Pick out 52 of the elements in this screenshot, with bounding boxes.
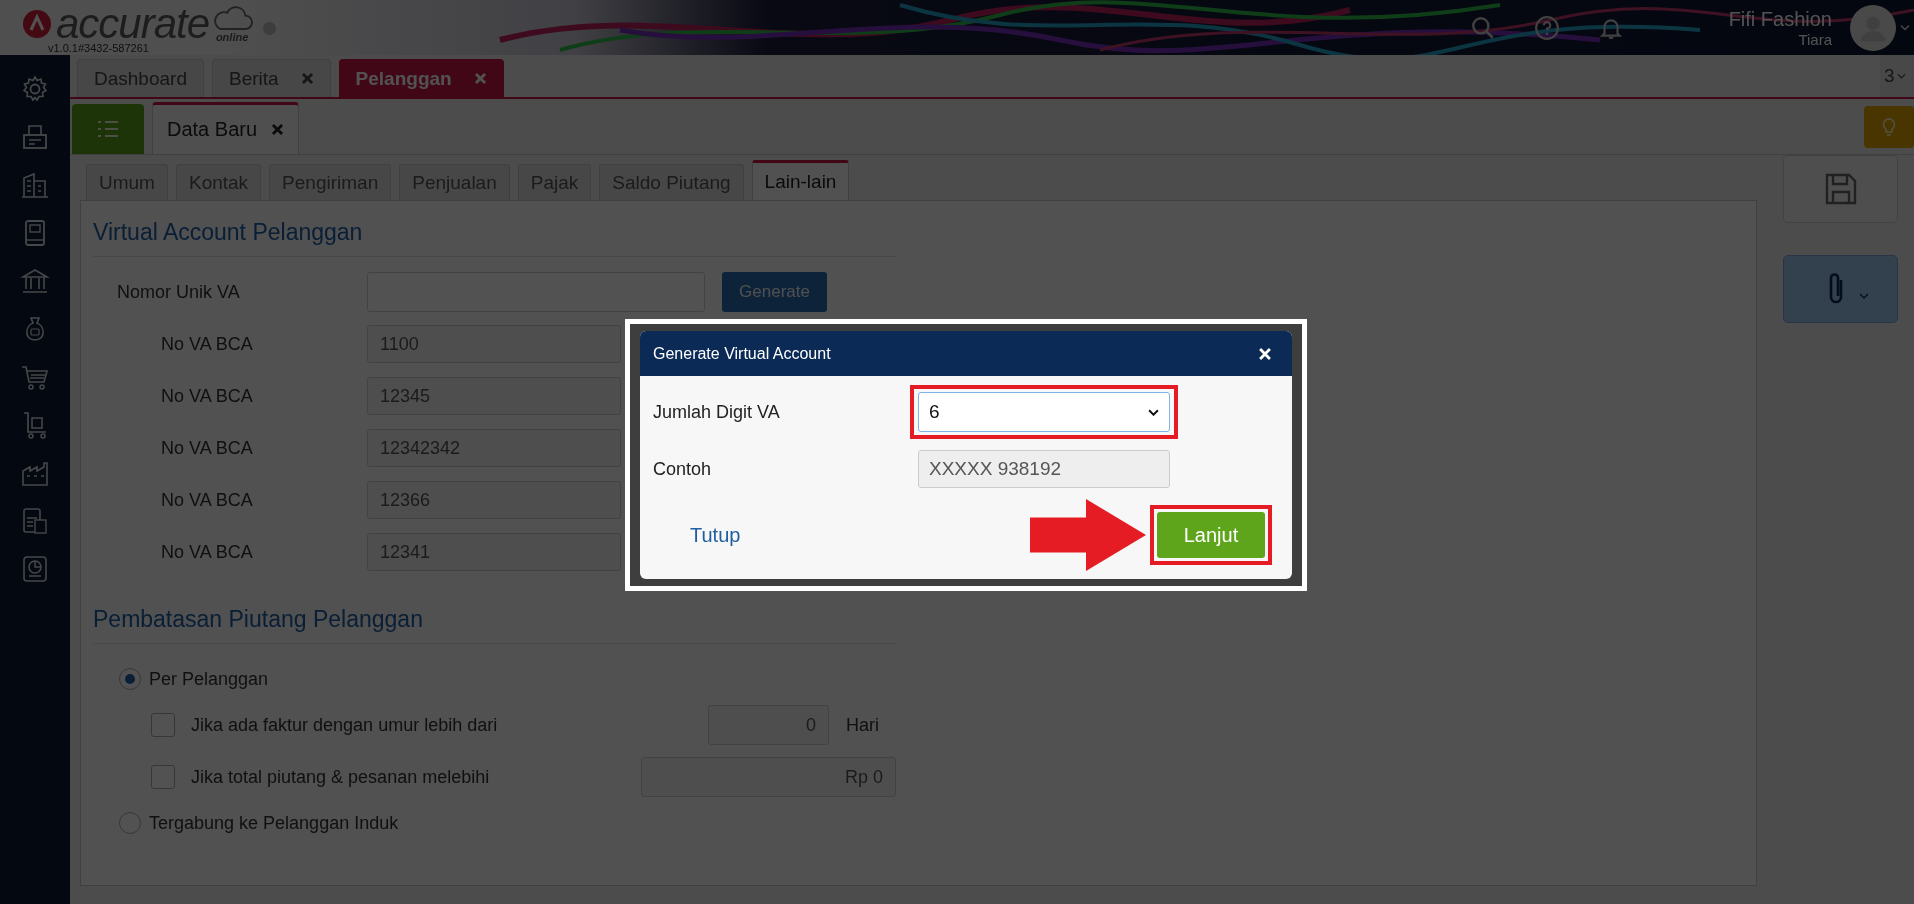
select-field[interactable]: 6 xyxy=(918,392,1170,432)
report-chart-icon[interactable] xyxy=(20,554,50,584)
help-icon[interactable] xyxy=(1533,14,1560,41)
checkbox[interactable] xyxy=(151,765,175,789)
module-tab[interactable]: Pelanggan xyxy=(338,59,504,97)
radio-button[interactable] xyxy=(119,668,141,690)
unit-label: Hari xyxy=(846,714,880,736)
bank-icon[interactable] xyxy=(20,266,50,296)
page-tab[interactable]: Data Baru xyxy=(152,102,300,154)
option-label: Jika total piutang & pesanan melebihi xyxy=(191,766,490,788)
logo-icon xyxy=(22,9,52,39)
tips-button[interactable] xyxy=(1864,106,1914,148)
fax-machine-icon[interactable] xyxy=(20,122,50,152)
option-label: Jika ada faktur dengan umur lebih dari xyxy=(191,714,498,736)
radio-button[interactable] xyxy=(119,812,141,834)
form-tab[interactable]: Lain-lain xyxy=(751,160,850,200)
search-icon[interactable] xyxy=(1469,14,1496,41)
settings-icon[interactable] xyxy=(20,74,50,104)
save-button[interactable] xyxy=(1783,155,1898,223)
tax-document-icon[interactable] xyxy=(20,506,50,536)
field-label: Contoh xyxy=(653,458,713,480)
chevron-down-icon xyxy=(1896,73,1906,79)
version-text: v1.0.1#3432-587261 xyxy=(48,42,150,54)
company-name: Fifi Fashion xyxy=(1728,7,1832,31)
option-label: Tergabung ke Pelanggan Induk xyxy=(149,812,399,834)
list-button[interactable] xyxy=(72,104,144,154)
section-title: Pembatasan Piutang Pelanggan xyxy=(93,606,896,644)
checkbox[interactable] xyxy=(151,713,175,737)
avatar-icon[interactable] xyxy=(1850,4,1896,51)
field-label: No VA BCA xyxy=(160,437,254,459)
chevron-down-icon xyxy=(1148,408,1159,416)
field-label: No VA BCA xyxy=(160,489,254,511)
field-label: Jumlah Digit VA xyxy=(653,401,781,423)
chevron-down-icon[interactable] xyxy=(1900,24,1910,31)
user-name: Tiara xyxy=(1798,30,1832,48)
field-label: No VA BCA xyxy=(160,541,254,563)
option-label: Per Pelanggan xyxy=(149,668,269,690)
close-link[interactable]: Tutup xyxy=(690,523,741,547)
cloud-icon xyxy=(211,6,254,31)
field-label: No VA BCA xyxy=(160,385,254,407)
buildings-icon[interactable] xyxy=(20,170,50,200)
field-label: No VA BCA xyxy=(160,333,254,355)
dialog-title: Generate Virtual Account xyxy=(653,344,831,363)
list-icon xyxy=(96,119,120,139)
generate-button[interactable]: Generate xyxy=(722,272,827,312)
attach-button[interactable] xyxy=(1783,255,1898,323)
lightbulb-icon xyxy=(1881,117,1897,137)
input-field[interactable]: XXXXX 938192 xyxy=(918,450,1170,488)
chevron-down-icon xyxy=(1858,293,1869,299)
field-label: Nomor Unik VA xyxy=(116,281,241,303)
section-title: Virtual Account Pelanggan xyxy=(93,219,896,257)
continue-button[interactable]: Lanjut xyxy=(1157,512,1265,558)
